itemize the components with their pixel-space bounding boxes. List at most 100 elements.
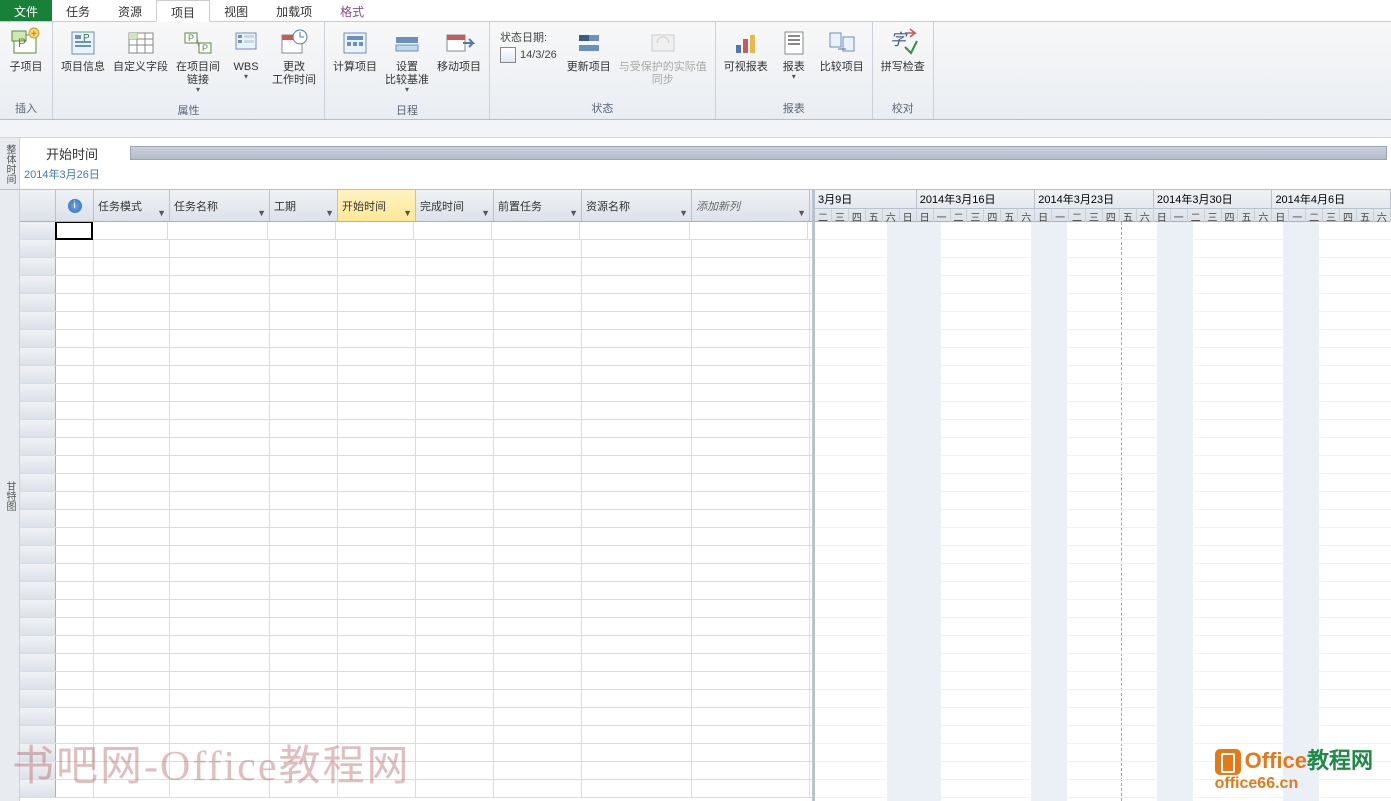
grid-cell[interactable] <box>20 672 56 689</box>
gantt-week-header[interactable]: 2014年3月23日 <box>1035 190 1154 209</box>
grid-cell[interactable] <box>494 474 582 491</box>
grid-cell[interactable] <box>494 294 582 311</box>
grid-cell[interactable] <box>56 726 94 743</box>
grid-cell[interactable] <box>692 726 810 743</box>
grid-cell[interactable] <box>338 600 416 617</box>
grid-cell[interactable] <box>94 654 170 671</box>
grid-cell[interactable] <box>20 636 56 653</box>
grid-cell[interactable] <box>692 564 810 581</box>
grid-cell[interactable] <box>494 690 582 707</box>
grid-cell[interactable] <box>56 420 94 437</box>
grid-cell[interactable] <box>692 618 810 635</box>
grid-cell[interactable] <box>494 564 582 581</box>
table-row[interactable] <box>20 402 812 420</box>
table-row[interactable] <box>20 672 812 690</box>
grid-cell[interactable] <box>20 744 56 761</box>
grid-cell[interactable] <box>416 672 494 689</box>
grid-cell[interactable] <box>170 402 270 419</box>
grid-cell[interactable] <box>170 312 270 329</box>
col-finish[interactable]: 完成时间▼ <box>416 190 494 221</box>
grid-cell[interactable] <box>94 744 170 761</box>
grid-cell[interactable] <box>416 258 494 275</box>
grid-cell[interactable] <box>416 348 494 365</box>
col-start[interactable]: 开始时间▼ <box>338 190 416 221</box>
grid-cell[interactable] <box>416 528 494 545</box>
table-row[interactable] <box>20 762 812 780</box>
grid-cell[interactable] <box>338 456 416 473</box>
grid-cell[interactable] <box>494 456 582 473</box>
tab-file[interactable]: 文件 <box>0 0 52 21</box>
grid-cell[interactable] <box>692 672 810 689</box>
update-project-button[interactable]: 更新项目 <box>563 25 615 76</box>
grid-cell[interactable] <box>692 348 810 365</box>
grid-cell[interactable] <box>94 420 170 437</box>
status-date[interactable]: 状态日期: 14/3/26 <box>494 25 563 67</box>
grid-cell[interactable] <box>494 348 582 365</box>
grid-cell[interactable] <box>692 546 810 563</box>
grid-cell[interactable] <box>582 672 692 689</box>
custom-fields-button[interactable]: 自定义字段 <box>109 25 172 76</box>
grid-cell[interactable] <box>494 492 582 509</box>
grid-cell[interactable] <box>170 294 270 311</box>
grid-cell[interactable] <box>416 402 494 419</box>
grid-cell[interactable] <box>56 708 94 725</box>
grid-cell[interactable] <box>582 348 692 365</box>
grid-cell[interactable] <box>338 312 416 329</box>
grid-cell[interactable] <box>56 438 94 455</box>
grid-cell[interactable] <box>582 366 692 383</box>
grid-cell[interactable] <box>55 222 93 240</box>
grid-cell[interactable] <box>20 312 56 329</box>
grid-cell[interactable] <box>692 762 810 779</box>
grid-cell[interactable] <box>170 726 270 743</box>
grid-cell[interactable] <box>494 420 582 437</box>
grid-cell[interactable] <box>270 600 338 617</box>
grid-cell[interactable] <box>416 780 494 797</box>
grid-cell[interactable] <box>270 366 338 383</box>
grid-cell[interactable] <box>582 330 692 347</box>
grid-cell[interactable] <box>270 384 338 401</box>
grid-cell[interactable] <box>270 528 338 545</box>
grid-cell[interactable] <box>494 510 582 527</box>
grid-cell[interactable] <box>338 492 416 509</box>
grid-cell[interactable] <box>170 654 270 671</box>
grid-cell[interactable] <box>20 492 56 509</box>
grid-cell[interactable] <box>270 654 338 671</box>
grid-cell[interactable] <box>170 780 270 797</box>
grid-cell[interactable] <box>268 222 336 239</box>
grid-cell[interactable] <box>494 240 582 257</box>
grid-cell[interactable] <box>20 294 56 311</box>
grid-cell[interactable] <box>582 420 692 437</box>
grid-cell[interactable] <box>416 546 494 563</box>
grid-cell[interactable] <box>56 312 94 329</box>
table-row[interactable] <box>20 690 812 708</box>
grid-cell[interactable] <box>582 726 692 743</box>
grid-cell[interactable] <box>338 330 416 347</box>
grid-cell[interactable] <box>56 528 94 545</box>
grid-cell[interactable] <box>170 762 270 779</box>
grid-cell[interactable] <box>270 564 338 581</box>
grid-cell[interactable] <box>692 690 810 707</box>
grid-cell[interactable] <box>94 672 170 689</box>
grid-cell[interactable] <box>94 330 170 347</box>
chevron-down-icon[interactable]: ▼ <box>157 208 166 218</box>
grid-cell[interactable] <box>170 420 270 437</box>
grid-cell[interactable] <box>416 708 494 725</box>
grid-cell[interactable] <box>338 636 416 653</box>
grid-cell[interactable] <box>416 456 494 473</box>
grid-cell[interactable] <box>170 366 270 383</box>
grid-cell[interactable] <box>56 762 94 779</box>
grid-cell[interactable] <box>94 258 170 275</box>
grid-cell[interactable] <box>94 510 170 527</box>
report-button[interactable]: 报表▾ <box>772 25 816 84</box>
visual-report-button[interactable]: 可视报表 <box>720 25 772 76</box>
grid-cell[interactable] <box>582 456 692 473</box>
grid-cell[interactable] <box>20 762 56 779</box>
grid-cell[interactable] <box>20 222 56 239</box>
grid-cell[interactable] <box>94 492 170 509</box>
grid-cell[interactable] <box>170 636 270 653</box>
grid-cell[interactable] <box>170 708 270 725</box>
grid-cell[interactable] <box>270 708 338 725</box>
grid-cell[interactable] <box>270 312 338 329</box>
grid-cell[interactable] <box>20 618 56 635</box>
grid-cell[interactable] <box>94 564 170 581</box>
